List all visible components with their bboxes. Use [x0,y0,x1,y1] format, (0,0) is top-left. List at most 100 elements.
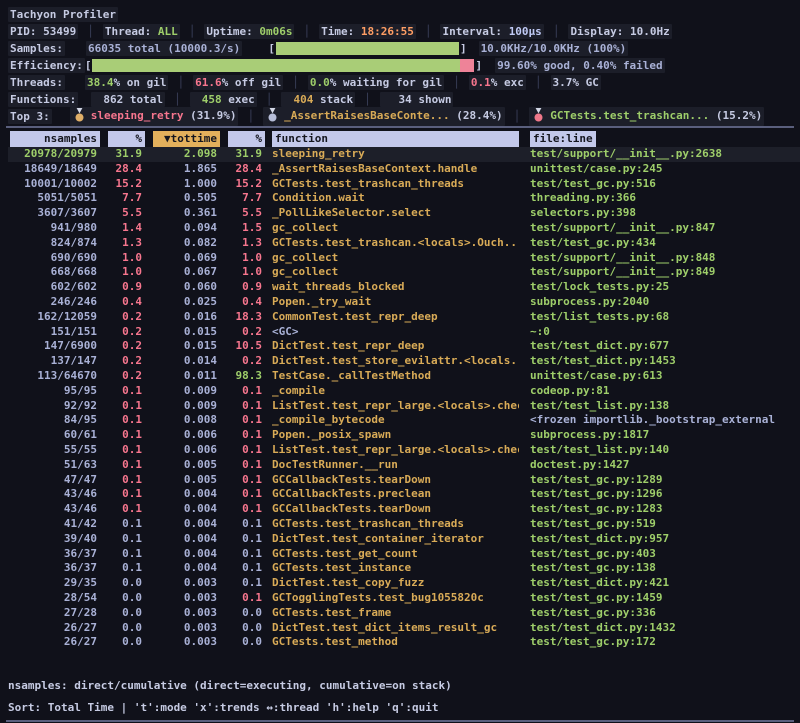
table-row[interactable]: 47/470.10.0050.1GCCallbackTests.tearDown… [8,473,800,488]
cell-file-line: unittest/case.py:613 [519,369,800,384]
threads-value: 0.1 [471,76,491,89]
cell-percent-direct: 0.2 [100,325,145,340]
table-body: 20978/2097931.92.09831.9sleeping_retryte… [0,147,800,650]
separator: │ [535,76,542,89]
threads-line: Threads: 38.4% on gil│61.6% off gil│0.0%… [0,74,800,91]
table-row[interactable]: 18649/1864928.41.86528.4_AssertRaisesBas… [8,162,800,177]
table-row[interactable]: 20978/2097931.92.09831.9sleeping_retryte… [8,147,800,162]
cell-tottime: 0.006 [145,443,220,458]
cell-percent-direct: 1.0 [100,251,145,266]
table-row[interactable]: 690/6901.00.0691.0gc_collecttest/support… [8,251,800,266]
cell-nsamples: 5051/5051 [8,191,100,206]
cell-percent-direct: 0.1 [100,532,145,547]
status-label: Thread: [105,25,158,38]
cell-percent-cumulative: 0.2 [220,354,265,369]
table-row[interactable]: 41/420.10.0040.1GCTests.test_trashcan_th… [8,517,800,532]
top3-entry: GCTests.test_trashcan... (15.2%) [529,107,764,126]
functions-item: 458 exec [190,92,257,107]
table-row[interactable]: 43/460.10.0040.1GCCallbackTests.tearDown… [8,502,800,517]
column-header-tottime-sorted[interactable]: ▼tottime [153,131,220,147]
cell-function: GCCallbackTests.tearDown [265,473,519,488]
separator: │ [453,76,460,89]
cell-percent-direct: 0.1 [100,443,145,458]
cell-percent-cumulative: 5.5 [220,206,265,221]
cell-percent-cumulative: 0.1 [220,591,265,606]
cell-nsamples: 20978/20979 [8,147,100,162]
cell-percent-cumulative: 28.4 [220,162,265,177]
threads-text: % waiting for gil [330,76,443,89]
cell-file-line: test/test_gc.py:1283 [519,502,800,517]
cell-nsamples: 47/47 [8,473,100,488]
cell-file-line: test/test_dict.py:957 [519,532,800,547]
cell-tottime: 0.006 [145,428,220,443]
table-row[interactable]: 95/950.10.0090.1_compilecodeop.py:81 [8,384,800,399]
threads-item: 0.0% waiting for gil [308,75,444,90]
cell-tottime: 0.009 [145,384,220,399]
header-separator-rule [6,126,794,128]
table-row[interactable]: 36/370.10.0040.1GCTests.test_get_countte… [8,547,800,562]
table-row[interactable]: 29/350.00.0030.1DictTest.test_copy_fuzzt… [8,576,800,591]
table-row[interactable]: 137/1470.20.0140.2DictTest.test_store_ev… [8,354,800,369]
table-row[interactable]: 26/270.00.0030.0DictTest.test_dict_items… [8,621,800,636]
top3-entry: _AssertRaisesBaseConte... (28.4%) [263,107,505,126]
table-row[interactable]: 92/920.10.0090.1ListTest.test_repr_large… [8,399,800,414]
cell-file-line: test/list_tests.py:68 [519,310,800,325]
cell-percent-direct: 31.9 [100,147,145,162]
cell-percent-direct: 0.9 [100,280,145,295]
cell-function: _compile_bytecode [265,413,519,428]
table-row[interactable]: 824/8741.30.0821.3GCTests.test_trashcan.… [8,236,800,251]
cell-percent-cumulative: 0.1 [220,413,265,428]
status-value: 18:26:55 [361,25,414,38]
efficiency-bar-close-bracket: ] [475,59,482,72]
column-header-file-line[interactable]: file:line [530,131,596,147]
table-row[interactable]: 3607/36075.50.3615.5_PollLikeSelector.se… [8,206,800,221]
functions-text: stack [313,93,353,106]
cell-tottime: 0.014 [145,354,220,369]
table-row[interactable]: 147/69000.20.01510.5DictTest.test_repr_d… [8,339,800,354]
cell-file-line: test/support/__init__.py:848 [519,251,800,266]
column-header-function[interactable]: function [272,131,519,147]
separator: │ [292,76,299,89]
efficiency-bar-open-bracket: [ [85,59,92,72]
table-row[interactable]: 28/540.00.0030.1GCTogglingTests.test_bug… [8,591,800,606]
table-row[interactable]: 36/370.10.0040.1GCTests.test_instancetes… [8,561,800,576]
table-row[interactable]: 602/6020.90.0600.9wait_threads_blockedte… [8,280,800,295]
table-row[interactable]: 668/6681.00.0671.0gc_collecttest/support… [8,265,800,280]
table-row[interactable]: 246/2460.40.0250.4Popen._try_waitsubproc… [8,295,800,310]
cell-percent-cumulative: 1.5 [220,221,265,236]
table-row[interactable]: 941/9801.40.0941.5gc_collecttest/support… [8,221,800,236]
samples-rate: 10.0KHz/10.0KHz (100%) [479,41,629,56]
table-row[interactable]: 43/460.10.0040.1GCCallbackTests.preclean… [8,487,800,502]
separator: │ [514,110,521,123]
status-label: Display: [570,25,630,38]
cell-nsamples: 162/12059 [8,310,100,325]
cell-file-line: test/test_gc.py:434 [519,236,800,251]
column-header-nsamples[interactable]: nsamples [10,131,100,147]
cell-nsamples: 41/42 [8,517,100,532]
table-row[interactable]: 26/270.00.0030.0GCTests.test_methodtest/… [8,635,800,650]
table-row[interactable]: 162/120590.20.01618.3CommonTest.test_rep… [8,310,800,325]
column-header-percent-cumulative[interactable]: % [228,131,265,147]
column-header-percent-direct[interactable]: % [108,131,145,147]
table-row[interactable]: 113/646700.20.01198.3TestCase._callTestM… [8,369,800,384]
cell-function: _compile [265,384,519,399]
threads-label: Threads: [8,75,65,90]
cell-file-line: selectors.py:398 [519,206,800,221]
cell-percent-direct: 0.2 [100,354,145,369]
cell-function: Popen._try_wait [265,295,519,310]
table-row[interactable]: 60/610.10.0060.1Popen._posix_spawnsubpro… [8,428,800,443]
table-row[interactable]: 10001/1000215.21.00015.2GCTests.test_tra… [8,177,800,192]
table-row[interactable]: 84/950.10.0080.1_compile_bytecode<frozen… [8,413,800,428]
functions-count: 458 [192,93,222,106]
cell-nsamples: 51/63 [8,458,100,473]
table-row[interactable]: 39/400.10.0040.1DictTest.test_container_… [8,532,800,547]
samples-progress-bar [276,42,459,55]
table-row[interactable]: 151/1510.20.0150.2<GC>~:0 [8,325,800,340]
table-row[interactable]: 55/550.10.0060.1ListTest.test_repr_large… [8,443,800,458]
table-row[interactable]: 27/280.00.0030.0GCTests.test_frametest/t… [8,606,800,621]
table-row[interactable]: 5051/50517.70.5057.7Condition.waitthread… [8,191,800,206]
cell-tottime: 0.005 [145,458,220,473]
table-row[interactable]: 51/630.10.0050.1DocTestRunner.__rundocte… [8,458,800,473]
cell-percent-direct: 0.1 [100,399,145,414]
cell-file-line: test/test_dict.py:421 [519,576,800,591]
